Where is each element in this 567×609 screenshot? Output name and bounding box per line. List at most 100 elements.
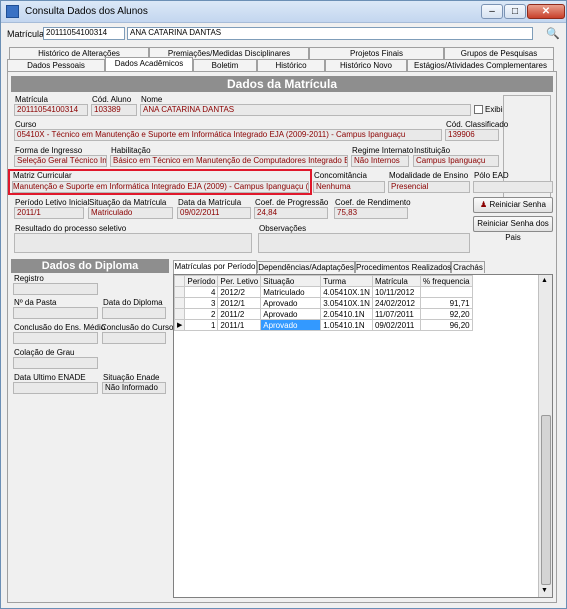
data-diploma-label: Data do Diploma [103, 298, 163, 307]
matriculas-table: Período Per. Letivo Situação Turma Matrí… [173, 275, 473, 331]
app-icon [6, 5, 19, 18]
polo-ead-label: Pólo EAD [474, 171, 509, 180]
col-per-letivo[interactable]: Per. Letivo [217, 275, 262, 287]
tab-projetos-finais[interactable]: Projetos Finais [309, 47, 444, 59]
title-bar: Consulta Dados dos Alunos – □ ✕ [1, 1, 566, 23]
regime-internato-field[interactable]: Não Internos [351, 155, 409, 167]
table-row[interactable]: 2 2011/2 Aprovado 2.05410.1N 11/07/2011 92,20 [173, 308, 473, 320]
data-matricula-field[interactable]: 09/02/2011 [177, 207, 251, 219]
data-matricula-label: Data da Matrícula [178, 198, 242, 207]
curso-label: Curso [15, 120, 37, 129]
data-enade-field[interactable] [13, 382, 98, 394]
table-row[interactable]: 3 2012/1 Aprovado 3.05410X.1N 24/02/2012 91,7… [173, 297, 473, 309]
observacoes-label: Observações [259, 224, 307, 233]
nome-label: Nome [141, 95, 163, 104]
conclusao-curso-label: Conclusão do Curso [101, 323, 174, 332]
regime-internato-label: Regime Internato [352, 146, 414, 155]
app-window: Consulta Dados dos Alunos – □ ✕ Matrícul… [0, 0, 567, 609]
habilitacao-field[interactable]: Básico em Técnico em Manutenção de Compu… [110, 155, 348, 167]
conclusao-curso-field[interactable] [102, 332, 166, 344]
binoculars-icon[interactable]: 🔍 [546, 27, 560, 40]
cod-classificado-label: Cód. Classificado [446, 120, 509, 129]
forma-ingresso-field[interactable]: Seleção Geral Técnico Inte [14, 155, 107, 167]
matriculas-grid: Período Per. Letivo Situação Turma Matrí… [173, 274, 553, 598]
maximize-icon[interactable]: □ [504, 4, 526, 19]
tab-dados-pessoais[interactable]: Dados Pessoais [7, 59, 105, 71]
matricula-header-field[interactable]: 20111054100314 [43, 27, 125, 40]
window-title: Consulta Dados dos Alunos [25, 6, 148, 17]
matricula-field[interactable]: 20111054100314 [14, 104, 88, 116]
name-header-field[interactable]: ANA CATARINA DANTAS [127, 27, 533, 40]
col-frequencia[interactable]: % frequencia [419, 275, 473, 287]
cod-classificado-field[interactable]: 139906 [445, 129, 499, 141]
cod-aluno-label: Cód. Aluno [92, 95, 132, 104]
exibir-checkbox[interactable] [474, 105, 483, 114]
coef-progressao-field[interactable]: 24,84 [254, 207, 328, 219]
data-enade-label: Data Ultimo ENADE [14, 373, 86, 382]
tab-dados-academicos[interactable]: Dados Acadêmicos [105, 57, 193, 71]
observacoes-field[interactable] [258, 233, 470, 253]
resultado-seletivo-field[interactable] [14, 233, 252, 253]
tab-crachas[interactable]: Crachás [451, 261, 485, 273]
reiniciar-senha-button[interactable]: ♟ Reiniciar Senha [473, 197, 553, 213]
grid-vertical-scrollbar[interactable]: ▲ ▼ [538, 275, 552, 597]
situacao-enade-field[interactable]: Não Informado [102, 382, 166, 394]
scroll-down-icon[interactable]: ▼ [541, 587, 548, 594]
row-pointer-icon: ▶ [173, 319, 186, 331]
tab-estagios[interactable]: Estágios/Atividades Complementares [407, 59, 554, 71]
habilitacao-label: Habilitação [111, 146, 151, 155]
colacao-grau-field[interactable] [13, 357, 98, 369]
periodo-inicial-field[interactable]: 2011/1 [14, 207, 84, 219]
modalidade-field[interactable]: Presencial [388, 181, 470, 193]
data-diploma-field[interactable] [102, 307, 166, 319]
resultado-seletivo-label: Resultado do processo seletivo [15, 224, 127, 233]
numero-pasta-label: Nº da Pasta [14, 298, 57, 307]
instituicao-label: Instituição [414, 146, 451, 155]
scroll-up-icon[interactable]: ▲ [541, 277, 548, 284]
matricula-header-label: Matrícula: [7, 29, 47, 39]
instituicao-field[interactable]: Campus Ipanguaçu [413, 155, 499, 167]
minimize-icon[interactable]: – [481, 4, 503, 19]
col-matricula[interactable]: Matrícula [371, 275, 421, 287]
coef-progressao-label: Coef. de Progressão [255, 198, 329, 207]
situacao-matricula-field[interactable]: Matriculado [88, 207, 173, 219]
people-icon: ♟ [480, 200, 488, 209]
matricula-label: Matrícula [15, 95, 48, 104]
col-periodo[interactable]: Período [184, 275, 219, 287]
matriz-curricular-field[interactable]: Manutenção e Suporte em Informática Inte… [12, 181, 309, 193]
concomitancia-field[interactable]: Nenhuma [313, 181, 385, 193]
scroll-thumb[interactable] [541, 415, 551, 585]
col-situacao[interactable]: Situação [260, 275, 322, 287]
colacao-grau-label: Colação de Grau [14, 348, 75, 357]
tab-boletim[interactable]: Boletim [193, 59, 257, 71]
polo-ead-field[interactable] [473, 181, 553, 193]
situacao-matricula-label: Situação da Matrícula [89, 198, 167, 207]
reiniciar-senha-pais-button[interactable]: Reiniciar Senha dos Pais [473, 216, 553, 242]
numero-pasta-field[interactable] [13, 307, 98, 319]
modalidade-label: Modalidade de Ensino [389, 171, 469, 180]
reiniciar-senha-label: Reiniciar Senha [489, 200, 546, 209]
tab-historico-novo[interactable]: Histórico Novo [325, 59, 407, 71]
tab-grupos-pesquisas[interactable]: Grupos de Pesquisas [444, 47, 554, 59]
cod-aluno-field[interactable]: 103389 [91, 104, 137, 116]
exibir-label: Exibir [485, 105, 506, 114]
table-header-row: Período Per. Letivo Situação Turma Matrí… [173, 275, 473, 287]
table-row-selected[interactable]: ▶ 1 2011/1 Aprovado 1.05410.1N 09/02/2011 96,… [173, 319, 473, 331]
nome-field[interactable]: ANA CATARINA DANTAS [140, 104, 471, 116]
registro-field[interactable] [13, 283, 98, 295]
col-turma[interactable]: Turma [320, 275, 373, 287]
tab-historico[interactable]: Histórico [257, 59, 325, 71]
tab-matriculas-periodo[interactable]: Matrículas por Período [173, 260, 257, 274]
tab-dependencias[interactable]: Dependências/Adaptações [257, 261, 355, 273]
conclusao-ens-medio-label: Conclusão do Ens. Médio [14, 323, 106, 332]
tab-procedimentos[interactable]: Procedimentos Realizados [355, 261, 451, 273]
coef-rendimento-field[interactable]: 75,83 [334, 207, 408, 219]
table-row[interactable]: 4 2012/2 Matriculado 4.05410X.1N 10/11/2012 [173, 286, 473, 298]
registro-label: Registro [14, 274, 44, 283]
conclusao-ens-medio-field[interactable] [13, 332, 98, 344]
close-icon[interactable]: ✕ [527, 4, 565, 19]
curso-field[interactable]: 05410X - Técnico em Manutenção e Suporte… [14, 129, 442, 141]
section-dados-diploma: Dados do Diploma [11, 259, 169, 273]
matriz-curricular-label: Matriz Curricular [13, 171, 72, 180]
coef-rendimento-label: Coef. de Rendimento [335, 198, 411, 207]
